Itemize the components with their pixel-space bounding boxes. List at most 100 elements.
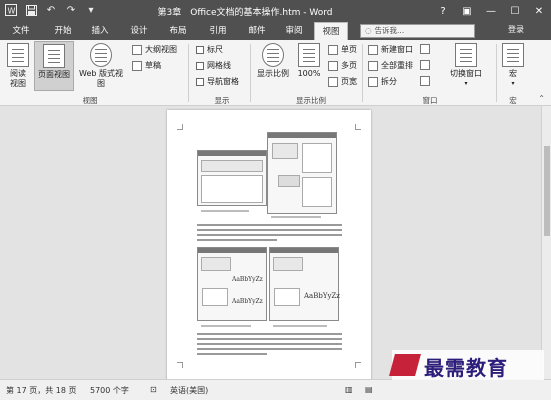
multi-page-icon [328,60,338,71]
web-layout-button[interactable]: Web 版式视图 [76,43,126,89]
macros-button[interactable]: 宏 ▾ [500,43,526,89]
tab-home[interactable]: 开始 [48,22,78,40]
group-divider [362,44,363,102]
scrollbar-thumb[interactable] [544,146,550,236]
tab-references[interactable]: 引用 [203,22,233,40]
vertical-scrollbar[interactable] [541,106,551,379]
watermark-mark [389,354,421,376]
read-mode-view-icon[interactable]: ▥ [345,385,353,394]
font-preview-text: AaBbYyZz [304,292,340,300]
arrange-all-button[interactable]: 全部重排 [368,60,413,71]
collapse-ribbon-icon[interactable]: ⌃ [538,94,545,103]
print-layout-label: 页面视图 [38,70,70,79]
redo-button[interactable]: ↷ [64,3,78,17]
tab-file[interactable]: 文件 [6,22,36,40]
svg-text:W: W [8,7,16,16]
sign-in-link[interactable]: 登录 [508,24,524,35]
print-layout-icon [43,44,65,68]
switch-windows-button[interactable]: 切换窗口 ▾ [446,43,486,89]
proofing-icon[interactable]: ⊡ [150,385,157,394]
switch-windows-icon [455,43,477,67]
help-button[interactable]: ? [431,0,455,22]
tab-layout[interactable]: 布局 [163,22,193,40]
figure-font-dialog-right: AaBbYyZz [269,247,340,321]
print-layout-button[interactable]: 页面视图 [34,41,74,91]
save-icon[interactable] [24,3,38,17]
reset-window-position-icon[interactable] [420,76,430,86]
group-label-window: 窗口 [422,96,438,105]
ribbon-tabs: 文件 开始 插入 设计 布局 引用 邮件 审阅 视图 ◌ 告诉我... 登录 [0,22,551,40]
ribbon-display-options-icon[interactable]: ▣ [455,0,479,22]
macros-icon [502,43,524,67]
status-bar: 第 17 页，共 18 页 5700 个字 ⊡ 英语(美国) ▥ ▤ [0,379,551,400]
ruler-checkbox[interactable]: 标尺 [196,44,223,55]
crop-mark [355,362,361,368]
page-count[interactable]: 第 17 页，共 18 页 [6,385,77,396]
ruler-check[interactable] [196,45,204,54]
restore-button[interactable]: ☐ [503,0,527,22]
split-button[interactable]: 拆分 [368,76,397,87]
magnifier-icon [262,43,284,67]
group-label-macros: 宏 [509,96,517,105]
zoom-button[interactable]: 显示比例 [254,43,292,79]
zoom-100-icon [298,43,320,67]
new-window-icon [368,44,378,55]
gridlines-check[interactable] [196,61,204,70]
chevron-down-icon: ▾ [464,80,468,87]
document-area[interactable]: AaBbYyZz AaBbYyZz AaBbYyZz [0,106,551,382]
outline-button[interactable]: 大纲视图 [132,44,177,55]
tab-mailings[interactable]: 邮件 [242,22,272,40]
title-bar: W ↶ ↷ ▾ 第3章 Office文档的基本操作.htm - Word ? ▣… [0,0,551,22]
one-page-icon [328,44,338,55]
synchronous-scrolling-icon[interactable] [420,60,430,70]
crop-mark [177,124,183,130]
read-mode-button[interactable]: 阅读 视图 [4,43,32,89]
lightbulb-icon: ◌ [365,26,372,35]
font-preview-text: AaBbYyZz [232,298,263,305]
zoom-100-button[interactable]: 100% [294,43,324,79]
arrange-all-icon [368,60,378,71]
minimize-button[interactable]: — [479,0,503,22]
tab-review[interactable]: 审阅 [279,22,309,40]
font-preview-text: AaBbYyZz [232,276,263,283]
group-divider [188,44,189,102]
crop-mark [177,362,183,368]
tab-view[interactable]: 视图 [314,22,348,40]
tab-design[interactable]: 设计 [124,22,154,40]
figure-word-window [197,150,267,206]
print-layout-view-icon[interactable]: ▤ [365,385,373,394]
document-page[interactable]: AaBbYyZz AaBbYyZz AaBbYyZz [167,110,371,382]
language-indicator[interactable]: 英语(美国) [170,385,208,396]
view-side-by-side-icon[interactable] [420,44,430,54]
figure-options-dialog [267,132,337,214]
multi-page-button[interactable]: 多页 [328,60,357,71]
group-label-show: 显示 [214,96,230,105]
tab-insert[interactable]: 插入 [85,22,115,40]
web-layout-label: Web 版式视图 [79,69,123,88]
quick-access-toolbar: W ↶ ↷ ▾ [4,3,98,17]
watermark-logo: 最需教育 [389,350,544,380]
page-width-button[interactable]: 页宽 [328,76,357,87]
new-window-button[interactable]: 新建窗口 [368,44,413,55]
watermark-text: 最需教育 [424,356,508,380]
customize-qat-icon[interactable]: ▾ [84,3,98,17]
group-divider [496,44,497,102]
one-page-button[interactable]: 单页 [328,44,357,55]
outline-icon [132,44,142,55]
split-icon [368,76,378,87]
page-width-icon [328,76,338,87]
ribbon-view: 阅读 视图 页面视图 Web 版式视图 大纲视图 草稿 视图 标尺 网格线 导航… [0,40,551,106]
nav-pane-check[interactable] [196,77,204,86]
read-mode-icon [7,43,29,67]
word-app-icon: W [4,3,18,17]
search-placeholder: 告诉我... [374,26,405,35]
crop-mark [355,124,361,130]
gridlines-checkbox[interactable]: 网格线 [196,60,231,71]
nav-pane-checkbox[interactable]: 导航窗格 [196,76,239,87]
word-count[interactable]: 5700 个字 [90,385,129,396]
close-button[interactable]: ✕ [527,0,551,22]
undo-button[interactable]: ↶ [44,3,58,17]
draft-button[interactable]: 草稿 [132,60,161,71]
tell-me-search[interactable]: ◌ 告诉我... [360,24,475,38]
group-label-zoom: 显示比例 [296,96,326,105]
